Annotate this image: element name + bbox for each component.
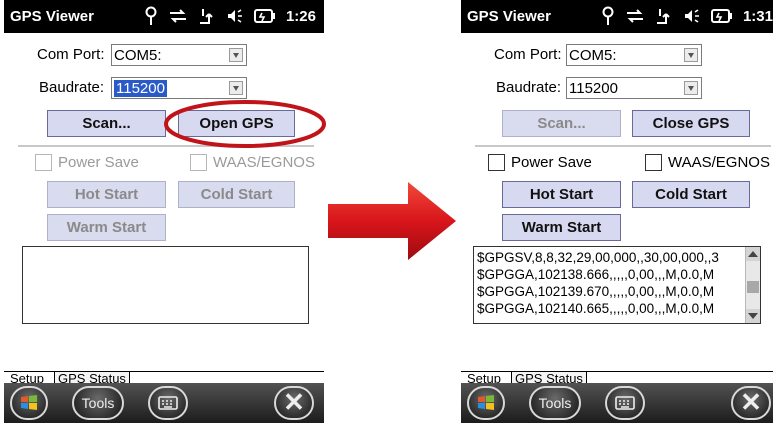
- clock-time: 1:26: [285, 7, 316, 25]
- dropdown-arrow-icon[interactable]: [229, 48, 243, 62]
- battery-icon: [710, 9, 732, 23]
- signal-icon: [145, 6, 157, 25]
- scroll-thumb[interactable]: [747, 281, 759, 293]
- separator: [475, 145, 771, 147]
- scan-button[interactable]: Scan...: [502, 110, 621, 137]
- hot-start-button[interactable]: Hot Start: [502, 181, 621, 208]
- windows-logo-icon: [478, 395, 494, 410]
- dropdown-arrow-icon[interactable]: [229, 81, 243, 95]
- close-button[interactable]: ✕: [731, 386, 771, 420]
- nmea-log-box[interactable]: [22, 246, 309, 324]
- nmea-log-lines: $GPGSV,8,8,32,29,00,000,,30,00,000,,3 $G…: [477, 249, 744, 317]
- keyboard-icon: [158, 396, 178, 410]
- start-button[interactable]: [467, 386, 505, 420]
- speaker-icon: [684, 9, 699, 23]
- com-port-select[interactable]: COM5:: [111, 44, 247, 66]
- keyboard-icon: [615, 396, 635, 410]
- baudrate-value: 115200: [114, 80, 167, 97]
- waas-egnos-checkbox[interactable]: WAAS/EGNOS: [190, 151, 315, 173]
- app-title: GPS Viewer: [467, 8, 551, 25]
- network-icon: [199, 9, 213, 24]
- nmea-log-box[interactable]: $GPGSV,8,8,32,29,00,000,,30,00,000,,3 $G…: [473, 246, 761, 324]
- log-line: $GPGGA,102140.665,,,,,0,00,,,M,0.0,M: [477, 301, 715, 316]
- power-save-label: Power Save: [58, 153, 139, 171]
- dropdown-arrow-icon[interactable]: [684, 81, 698, 95]
- tools-button[interactable]: Tools: [529, 386, 581, 420]
- warm-start-button[interactable]: Warm Start: [47, 214, 166, 241]
- sync-icon: [169, 9, 186, 23]
- warm-start-button[interactable]: Warm Start: [502, 214, 621, 241]
- battery-icon: [253, 9, 275, 23]
- cold-start-button[interactable]: Cold Start: [178, 181, 295, 208]
- log-line: $GPGGA,102139.670,,,,,0,00,,,M,0.0,M: [477, 284, 715, 299]
- keyboard-button[interactable]: [148, 386, 188, 420]
- signal-icon: [602, 6, 614, 25]
- close-button[interactable]: ✕: [274, 386, 314, 420]
- status-icons: 1:31: [601, 5, 773, 27]
- network-icon: [656, 9, 670, 24]
- scan-button[interactable]: Scan...: [47, 110, 166, 137]
- open-gps-highlight-ring: [164, 100, 326, 148]
- checkbox-box[interactable]: [488, 153, 505, 171]
- baudrate-label: Baudrate:: [496, 79, 562, 96]
- checkbox-box[interactable]: [190, 153, 207, 171]
- com-port-select[interactable]: COM5:: [566, 44, 702, 66]
- com-port-value: COM5:: [569, 47, 617, 64]
- clock-time: 1:31: [742, 7, 773, 25]
- keyboard-button[interactable]: [605, 386, 645, 420]
- com-port-label: Com Port:: [37, 46, 105, 63]
- checkbox-box[interactable]: [35, 153, 52, 171]
- status-icons: 1:26: [144, 5, 316, 27]
- checkbox-box[interactable]: [645, 153, 662, 171]
- waas-egnos-checkbox[interactable]: WAAS/EGNOS: [645, 151, 770, 173]
- windows-logo-icon: [21, 395, 37, 410]
- power-save-label: Power Save: [511, 153, 592, 171]
- before-screen: GPS Viewer 1:26 Com Port: COM5: Baudrate…: [4, 0, 324, 423]
- log-line: $GPGSV,8,8,32,29,00,000,,30,00,000,,3: [477, 250, 719, 265]
- close-icon: ✕: [740, 387, 762, 417]
- softkey-bar: Tools ✕: [461, 383, 773, 423]
- baudrate-select[interactable]: 115200: [111, 77, 247, 99]
- close-icon: ✕: [283, 387, 305, 417]
- waas-egnos-label: WAAS/EGNOS: [213, 153, 315, 171]
- log-line: $GPGGA,102138.666,,,,,0,00,,,M,0.0,M: [477, 267, 715, 282]
- start-button[interactable]: [10, 386, 48, 420]
- log-scrollbar[interactable]: [745, 247, 760, 323]
- scroll-down-icon[interactable]: [746, 309, 760, 323]
- baudrate-label: Baudrate:: [39, 79, 105, 96]
- power-save-checkbox[interactable]: Power Save: [488, 151, 592, 173]
- title-bar: GPS Viewer 1:26: [4, 0, 324, 33]
- dropdown-arrow-icon[interactable]: [684, 48, 698, 62]
- after-screen: GPS Viewer 1:31 Com Port: COM5: Baudrate…: [461, 0, 773, 423]
- cold-start-button[interactable]: Cold Start: [632, 181, 750, 208]
- softkey-bar: Tools ✕: [4, 383, 324, 423]
- com-port-label: Com Port:: [494, 46, 562, 63]
- baudrate-value: 115200: [569, 80, 618, 97]
- sync-icon: [626, 9, 643, 23]
- tools-button[interactable]: Tools: [72, 386, 124, 420]
- flow-arrow-icon: [328, 182, 456, 260]
- power-save-checkbox[interactable]: Power Save: [35, 151, 139, 173]
- app-title: GPS Viewer: [10, 8, 94, 25]
- com-port-value: COM5:: [114, 47, 162, 64]
- title-bar: GPS Viewer 1:31: [461, 0, 773, 33]
- waas-egnos-label: WAAS/EGNOS: [668, 153, 770, 171]
- scroll-up-icon[interactable]: [746, 247, 760, 261]
- close-gps-button[interactable]: Close GPS: [632, 110, 750, 137]
- hot-start-button[interactable]: Hot Start: [47, 181, 166, 208]
- speaker-icon: [227, 9, 242, 23]
- baudrate-select[interactable]: 115200: [566, 77, 702, 99]
